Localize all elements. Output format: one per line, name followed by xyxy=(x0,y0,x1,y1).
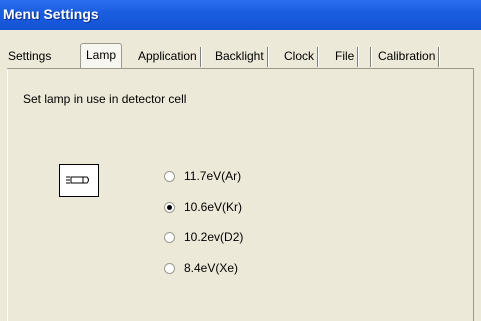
tab-backlight[interactable]: Backlight xyxy=(215,46,268,67)
tab-file[interactable]: File xyxy=(335,46,359,67)
tab-lamp[interactable]: Lamp xyxy=(80,43,123,68)
radio-option-d2[interactable]: 10.2ev(D2) xyxy=(164,229,243,245)
radio-label: 10.6eV(Kr) xyxy=(184,200,243,214)
radio-option-kr[interactable]: 10.6eV(Kr) xyxy=(164,199,242,215)
radio-button[interactable] xyxy=(164,231,175,243)
tab-settings[interactable]: Settings xyxy=(8,46,51,66)
tab-separator xyxy=(370,47,371,67)
radio-label: 8.4eV(Xe) xyxy=(184,261,239,275)
radio-button[interactable] xyxy=(164,262,175,274)
tab-clock[interactable]: Clock xyxy=(284,46,319,67)
radio-option-xe[interactable]: 8.4eV(Xe) xyxy=(164,260,238,276)
window-title: Menu Settings xyxy=(3,6,99,22)
radio-option-ar[interactable]: 11.7eV(Ar) xyxy=(164,168,241,184)
tab-strip: Settings Lamp Application Backlight Cloc… xyxy=(7,43,467,69)
tab-application[interactable]: Application xyxy=(138,46,201,67)
lamp-description: Set lamp in use in detector cell xyxy=(23,92,187,106)
lamp-image xyxy=(59,164,99,197)
lamp-icon xyxy=(66,176,89,184)
radio-button-selected[interactable] xyxy=(164,201,175,213)
menu-settings-window: Menu Settings Settings Lamp Application … xyxy=(0,0,481,321)
radio-label: 11.7eV(Ar) xyxy=(184,169,242,183)
tab-calibration[interactable]: Calibration xyxy=(378,46,440,67)
radio-button[interactable] xyxy=(164,170,175,182)
radio-label: 10.2ev(D2) xyxy=(184,230,244,244)
title-bar[interactable]: Menu Settings xyxy=(0,0,481,30)
